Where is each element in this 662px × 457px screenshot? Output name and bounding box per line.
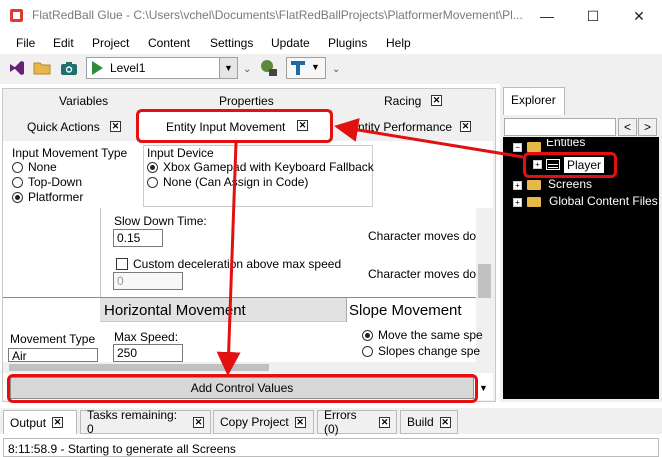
arrow-player-to-tab xyxy=(334,118,524,159)
annotation-arrows xyxy=(216,118,524,376)
arrow-tab-to-button xyxy=(216,142,241,376)
